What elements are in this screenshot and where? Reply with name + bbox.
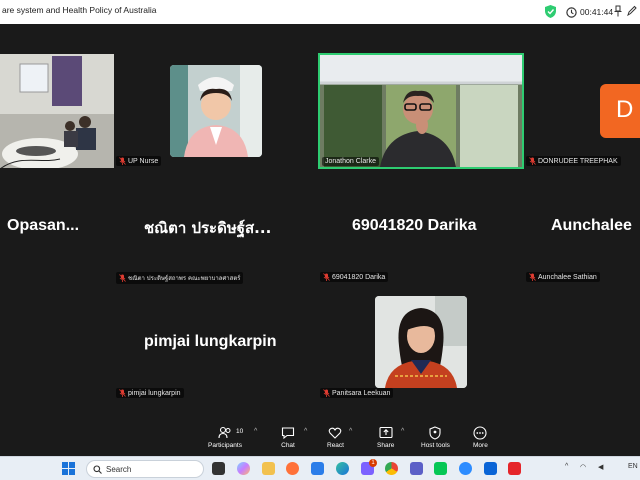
share-label: Share bbox=[377, 442, 395, 449]
participant-name: ชณิตา ประดิษฐ์สถาพร คณะพยาบาลศาสตร์ bbox=[128, 275, 241, 282]
meeting-timer: 00:41:44 bbox=[566, 4, 613, 20]
participants-label: Participants bbox=[208, 442, 242, 449]
more-label: More bbox=[473, 442, 488, 449]
chat-icon bbox=[281, 427, 295, 440]
store-icon[interactable] bbox=[311, 462, 324, 475]
participants-count: 10 bbox=[236, 428, 244, 435]
react-button[interactable]: React bbox=[327, 426, 344, 449]
copilot-icon[interactable] bbox=[237, 462, 250, 475]
teams-icon[interactable] bbox=[410, 462, 423, 475]
avatar-initial: D bbox=[616, 96, 634, 123]
jonathon-clarke-video-image bbox=[320, 55, 522, 167]
name-tag-up-nurse: UP Nurse bbox=[116, 156, 162, 166]
participant-name: Aunchalee Sathian bbox=[538, 273, 597, 281]
windows-start-icon[interactable] bbox=[62, 462, 75, 475]
host-tools-shield-icon bbox=[429, 426, 442, 440]
edge-icon[interactable] bbox=[336, 462, 349, 475]
video-tile-panitsara[interactable] bbox=[375, 296, 467, 388]
name-tag-pimjai: pimjai lungkarpin bbox=[116, 388, 184, 398]
participant-name: UP Nurse bbox=[128, 157, 159, 165]
notification-badge: 1 bbox=[369, 459, 377, 467]
participant-name: DONRUDEE TREEPHAK bbox=[538, 157, 618, 165]
share-button[interactable]: Share bbox=[377, 426, 394, 449]
participant-name: pimjai lungkarpin bbox=[128, 389, 181, 397]
edit-icon[interactable] bbox=[627, 5, 637, 17]
name-tag-darika: 69041820 Darika bbox=[320, 272, 389, 282]
heart-icon bbox=[329, 427, 342, 439]
react-caret-icon[interactable]: ^ bbox=[349, 428, 352, 435]
host-tools-label: Host tools bbox=[421, 442, 450, 449]
chrome-icon[interactable] bbox=[385, 462, 398, 475]
clock-icon bbox=[566, 6, 577, 18]
meeting-controls: Participants 10 ^ Chat ^ React ^ Share ^… bbox=[0, 424, 640, 456]
name-tag-jonathon-clarke: Jonathon Clarke bbox=[322, 157, 379, 166]
video-tile-up-nurse[interactable] bbox=[170, 65, 262, 157]
avatar-tile-donrudee[interactable]: D bbox=[600, 84, 640, 138]
video-tile-classroom[interactable] bbox=[0, 54, 114, 168]
more-icon bbox=[473, 426, 487, 440]
share-screen-icon bbox=[379, 426, 393, 439]
more-button[interactable]: More bbox=[473, 426, 488, 449]
muted-mic-icon bbox=[529, 157, 536, 165]
muted-mic-icon bbox=[119, 389, 126, 397]
language-indicator[interactable]: EN bbox=[628, 463, 638, 470]
panitsara-video-image bbox=[375, 296, 467, 388]
name-tag-aunchalee: Aunchalee Sathian bbox=[526, 272, 600, 282]
name-tag-panitsara: Panitsara Leekuan bbox=[320, 388, 394, 398]
name-tag-chanita: ชณิตา ประดิษฐ์สถาพร คณะพยาบาลศาสตร์ bbox=[116, 272, 244, 284]
zoom-icon[interactable] bbox=[459, 462, 472, 475]
name-tag-donrudee: DONRUDEE TREEPHAK bbox=[526, 156, 621, 166]
host-tools-button[interactable]: Host tools bbox=[421, 426, 450, 449]
up-nurse-video-image bbox=[170, 65, 262, 157]
window-title: are system and Health Policy of Australi… bbox=[2, 5, 157, 15]
title-bar: are system and Health Policy of Australi… bbox=[0, 0, 640, 24]
file-explorer-icon[interactable] bbox=[262, 462, 275, 475]
participant-big-name: Aunchalee bbox=[551, 217, 632, 234]
participant-big-name: 69041820 Darika bbox=[352, 217, 477, 234]
chat-button[interactable]: Chat bbox=[281, 426, 295, 449]
participants-icon bbox=[218, 426, 231, 439]
wifi-icon[interactable]: ◠ bbox=[580, 463, 586, 471]
muted-mic-icon bbox=[119, 274, 126, 282]
classroom-video-image bbox=[0, 54, 114, 168]
participant-big-name: pimjai lungkarpin bbox=[144, 333, 277, 350]
timer-text: 00:41:44 bbox=[580, 7, 614, 17]
volume-icon[interactable]: ◀ bbox=[598, 463, 603, 471]
outlook-icon[interactable] bbox=[484, 462, 497, 475]
acrobat-icon[interactable] bbox=[508, 462, 521, 475]
encryption-shield-icon[interactable] bbox=[545, 5, 556, 18]
task-view-icon[interactable] bbox=[212, 462, 225, 475]
share-caret-icon[interactable]: ^ bbox=[401, 428, 404, 435]
participant-big-name: ชณิตา ประดิษฐ์ส... bbox=[144, 219, 272, 237]
video-tile-jonathon-clarke[interactable]: Jonathon Clarke bbox=[318, 53, 524, 169]
participant-name: 69041820 Darika bbox=[332, 273, 386, 281]
line-icon[interactable] bbox=[434, 462, 447, 475]
participants-caret-icon[interactable]: ^ bbox=[254, 428, 257, 435]
tray-chevron-icon[interactable]: ^ bbox=[565, 463, 568, 470]
taskbar-search[interactable]: Search bbox=[86, 460, 204, 478]
muted-mic-icon bbox=[119, 157, 126, 165]
chat-caret-icon[interactable]: ^ bbox=[304, 428, 307, 435]
search-placeholder: Search bbox=[106, 464, 132, 474]
participant-name: Panitsara Leekuan bbox=[332, 389, 391, 397]
pin-icon[interactable] bbox=[613, 5, 623, 17]
participant-big-name: Opasan... bbox=[7, 217, 80, 234]
video-gallery: UP Nurse Jonathon Clarke D DONRUDEE TREE… bbox=[0, 24, 640, 424]
muted-mic-icon bbox=[529, 273, 536, 281]
firefox-icon[interactable] bbox=[286, 462, 299, 475]
windows-taskbar: Search 1 ^ ◠ ◀ EN bbox=[0, 456, 640, 480]
muted-mic-icon bbox=[323, 273, 330, 281]
chat-label: Chat bbox=[281, 442, 295, 449]
search-icon bbox=[93, 464, 102, 474]
react-label: React bbox=[327, 442, 344, 449]
muted-mic-icon bbox=[323, 389, 330, 397]
